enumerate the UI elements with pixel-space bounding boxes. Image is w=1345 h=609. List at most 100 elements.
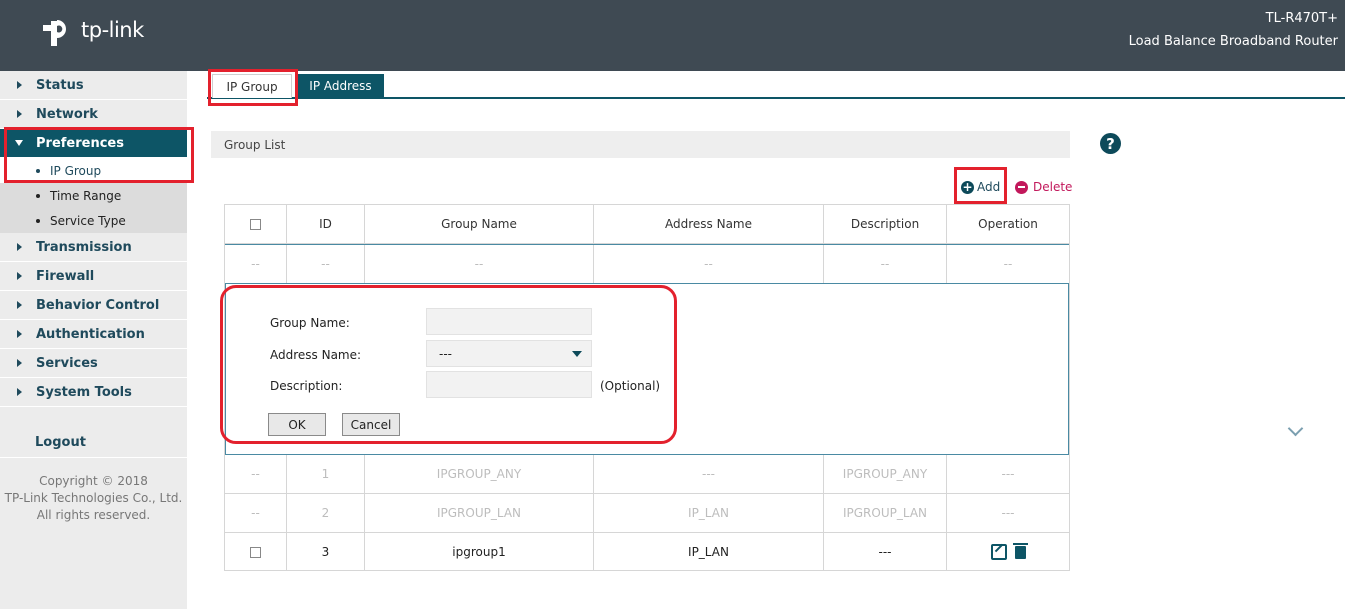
group-table: ID Group Name Address Name Description O… [224, 204, 1070, 571]
delete-button[interactable]: Delete [1015, 180, 1072, 194]
column-header[interactable]: Description [824, 205, 947, 243]
description-input[interactable] [426, 371, 592, 398]
table-row: -- 1 IPGROUP_ANY --- IPGROUP_ANY --- [225, 455, 1069, 494]
table-cell: -- [365, 245, 594, 283]
optional-hint: (Optional) [600, 379, 661, 393]
caret-right-icon [17, 388, 22, 396]
table-cell: -- [1003, 257, 1013, 271]
device-description: Load Balance Broadband Router [1128, 34, 1338, 49]
copyright-line: Copyright © 2018 [39, 474, 148, 488]
operation-cell [947, 533, 1069, 571]
table-cell: --- [1001, 467, 1015, 481]
header-select-cell [225, 205, 287, 243]
table-cell [225, 533, 287, 571]
sidebar-subitem-ip-group[interactable]: IP Group [0, 158, 187, 183]
table-cell: -- [594, 245, 824, 283]
minus-circle-icon [1015, 180, 1028, 194]
edit-icon[interactable] [990, 544, 1007, 560]
sidebar-item-label: Behavior Control [36, 297, 160, 313]
caret-right-icon [17, 81, 22, 89]
column-header[interactable]: Group Name [365, 205, 594, 243]
logout-link[interactable]: Logout [35, 435, 86, 450]
column-header[interactable]: Address Name [594, 205, 824, 243]
table-cell: --- [594, 455, 824, 493]
tab-ip-address[interactable]: IP Address [297, 74, 384, 98]
caret-right-icon [17, 330, 22, 338]
caret-right-icon [17, 359, 22, 367]
sidebar-item-label: System Tools [36, 384, 132, 400]
copyright-line: All rights reserved. [36, 508, 151, 522]
chevron-down-icon [572, 351, 582, 357]
copyright-notice: Copyright © 2018 TP-Link Technologies Co… [0, 473, 187, 524]
sidebar-item-label: Status [36, 77, 84, 93]
table-cell: IP_LAN [594, 533, 824, 571]
sidebar-item-firewall[interactable]: Firewall [0, 262, 187, 291]
sidebar-item-label: Authentication [36, 326, 145, 342]
sidebar-item-services[interactable]: Services [0, 349, 187, 378]
new-entry-row: -- -- -- -- -- -- [225, 244, 1069, 283]
table-cell: -- [287, 245, 365, 283]
copyright-line: TP-Link Technologies Co., Ltd. [4, 491, 183, 505]
plus-circle-icon: + [961, 180, 974, 194]
caret-right-icon [17, 243, 22, 251]
caret-down-icon [15, 140, 23, 146]
address-name-label: Address Name: [270, 348, 362, 362]
group-name-label: Group Name: [270, 316, 350, 330]
table-cell: -- [225, 245, 287, 283]
table-cell: IPGROUP_ANY [824, 455, 947, 493]
sidebar-item-transmission[interactable]: Transmission [0, 233, 187, 262]
table-header-row: ID Group Name Address Name Description O… [225, 205, 1069, 244]
sidebar-item-status[interactable]: Status [0, 71, 187, 100]
sidebar-subitem-time-range[interactable]: Time Range [0, 183, 187, 208]
table-cell: IPGROUP_LAN [824, 494, 947, 532]
sidebar: Status Network Preferences IP Group Time… [0, 71, 187, 609]
ok-button[interactable]: OK [268, 413, 326, 436]
table-cell: -- [824, 245, 947, 283]
sidebar-subitem-label: Time Range [50, 188, 122, 203]
bullet-icon [36, 194, 40, 198]
column-header[interactable]: Operation [947, 205, 1069, 243]
bullet-icon [36, 219, 40, 223]
tp-link-logo-icon [43, 20, 66, 46]
tp-link-logo[interactable]: tp-link [42, 12, 144, 48]
sidebar-item-system-tools[interactable]: System Tools [0, 378, 187, 407]
table-cell: 3 [287, 533, 365, 571]
caret-right-icon [17, 110, 22, 118]
sidebar-item-label: Firewall [36, 268, 95, 284]
divider [0, 457, 187, 458]
sidebar-subitem-service-type[interactable]: Service Type [0, 208, 187, 233]
sidebar-item-network[interactable]: Network [0, 100, 187, 129]
column-header[interactable]: ID [287, 205, 365, 243]
address-name-select[interactable]: --- [426, 340, 592, 367]
cancel-button[interactable]: Cancel [342, 413, 400, 436]
add-entry-form: Group Name: Address Name: --- Descriptio… [225, 283, 1069, 455]
tab-ip-group[interactable]: IP Group [212, 74, 292, 98]
delete-label: Delete [1033, 180, 1073, 194]
device-model: TL-R470T+ [1265, 11, 1338, 26]
sidebar-item-label: Network [36, 106, 98, 122]
table-row: -- 2 IPGROUP_LAN IP_LAN IPGROUP_LAN --- [225, 494, 1069, 533]
select-all-checkbox[interactable] [250, 218, 261, 230]
sidebar-item-preferences[interactable]: Preferences [0, 129, 187, 158]
preferences-submenu: IP Group Time Range Service Type [0, 158, 187, 233]
table-cell: IP_LAN [594, 494, 824, 532]
table-cell: 2 [287, 494, 365, 532]
sidebar-item-authentication[interactable]: Authentication [0, 320, 187, 349]
group-name-input[interactable] [426, 308, 592, 335]
help-icon[interactable]: ? [1100, 133, 1121, 154]
table-cell: ipgroup1 [365, 533, 594, 571]
table-row: 3 ipgroup1 IP_LAN --- [225, 533, 1069, 571]
table-cell: --- [1001, 506, 1015, 520]
table-cell: 1 [287, 455, 365, 493]
table-cell: -- [225, 494, 287, 532]
add-label: Add [977, 180, 1001, 194]
add-button[interactable]: + Add [961, 180, 1000, 194]
table-cell: IPGROUP_LAN [365, 494, 594, 532]
table-cell: --- [824, 533, 947, 571]
trash-icon[interactable] [1012, 542, 1028, 559]
table-cell: -- [225, 455, 287, 493]
row-checkbox[interactable] [250, 546, 261, 558]
top-header: tp-link TL-R470T+ Load Balance Broadband… [0, 0, 1345, 71]
sidebar-item-behavior-control[interactable]: Behavior Control [0, 291, 187, 320]
chevron-down-icon[interactable] [1287, 420, 1304, 437]
